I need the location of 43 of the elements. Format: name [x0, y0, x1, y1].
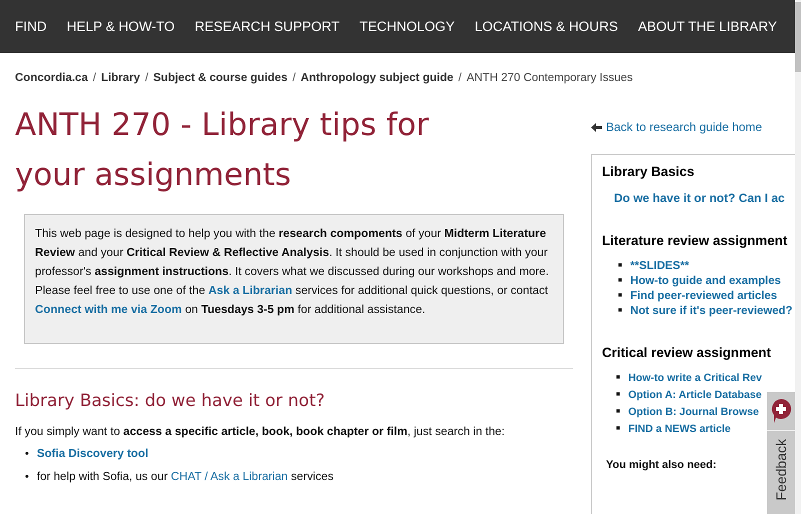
- sidebar-link[interactable]: How-to write a Critical Rev: [628, 372, 762, 384]
- sidebar-link[interactable]: Find peer-reviewed articles: [630, 290, 778, 302]
- sidebar-link[interactable]: Do we have it or not? Can I ac: [614, 191, 785, 205]
- scrollbar[interactable]: [795, 0, 801, 514]
- breadcrumb-separator: /: [458, 72, 462, 84]
- breadcrumb-link[interactable]: Subject & course guides: [153, 72, 288, 84]
- page-title: ANTH 270 - Library tips for your assignments: [15, 106, 430, 195]
- sidebar-link[interactable]: How-to guide and examples: [630, 275, 781, 287]
- nav-link[interactable]: LOCATIONS & HOURS: [474, 19, 618, 34]
- sidebar-heading: Critical review assignment: [602, 345, 772, 360]
- breadcrumb-link[interactable]: Anthropology subject guide: [300, 72, 454, 84]
- nav-link[interactable]: FIND: [15, 19, 47, 34]
- breadcrumb-separator: /: [145, 72, 148, 84]
- sidebar-link[interactable]: **SLIDES**: [630, 260, 690, 272]
- nav-link[interactable]: RESEARCH SUPPORT: [194, 19, 340, 34]
- sidebar-heading: Library Basics: [602, 164, 696, 179]
- back-link[interactable]: Back to research guide home: [591, 120, 795, 134]
- text-link[interactable]: CHAT / Ask a Librarian: [170, 470, 288, 483]
- text-link[interactable]: Connect with me via Zoom: [35, 303, 182, 316]
- sidebar-link[interactable]: FIND a NEWS article: [628, 423, 731, 435]
- arrow-left-icon: [591, 122, 602, 132]
- breadcrumb-separator: /: [292, 72, 296, 84]
- section-heading: Library Basics: do we have it or not?: [15, 391, 326, 411]
- section-text: If you simply want to access a specific article, book, book chapter or film, just search in the:: [15, 425, 506, 438]
- text-link[interactable]: Sofia Discovery tool: [36, 447, 148, 461]
- breadcrumb-link[interactable]: Concordia.ca: [15, 72, 88, 84]
- sidebar-heading: Literature review assignment: [602, 233, 788, 248]
- list-text: for help with Sofia, us our CHAT / Ask a Librarian services: [36, 470, 334, 484]
- nav-link[interactable]: ABOUT THE LIBRARY: [638, 19, 777, 34]
- chat-plus-icon: [770, 398, 792, 424]
- text-link[interactable]: Ask a Librarian: [208, 284, 292, 297]
- sidebar-link[interactable]: Option B: Journal Browse: [628, 406, 759, 418]
- nav-link[interactable]: HELP & HOW-TO: [66, 19, 175, 34]
- bullet-icon: •: [25, 470, 29, 484]
- sidebar-link[interactable]: Not sure if it's peer-reviewed?: [630, 305, 792, 317]
- nav-link[interactable]: TECHNOLOGY: [360, 19, 455, 34]
- feedback-tab[interactable]: Feedback: [767, 392, 795, 514]
- sidebar-link[interactable]: Option A: Article Database: [628, 389, 762, 401]
- breadcrumb-separator: /: [92, 72, 96, 84]
- bullet-icon: •: [25, 447, 29, 461]
- intro-text: This web page is designed to help you with the research compoments of your Midterm Literature Review and your Critical Review & Reflective Analysis. It should be used in conjunction with your professor's assignment instructions. It covers what we discussed during our workshops and more. Please feel free to use one of the Ask a Librarian services for additional quick questions, or contact Connect with me via Zoom on Tuesdays 3-5 pm for additional assistance.: [35, 226, 550, 318]
- breadcrumb-current: ANTH 270 Contemporary Issues: [466, 72, 633, 84]
- breadcrumb-link[interactable]: Library: [101, 72, 140, 84]
